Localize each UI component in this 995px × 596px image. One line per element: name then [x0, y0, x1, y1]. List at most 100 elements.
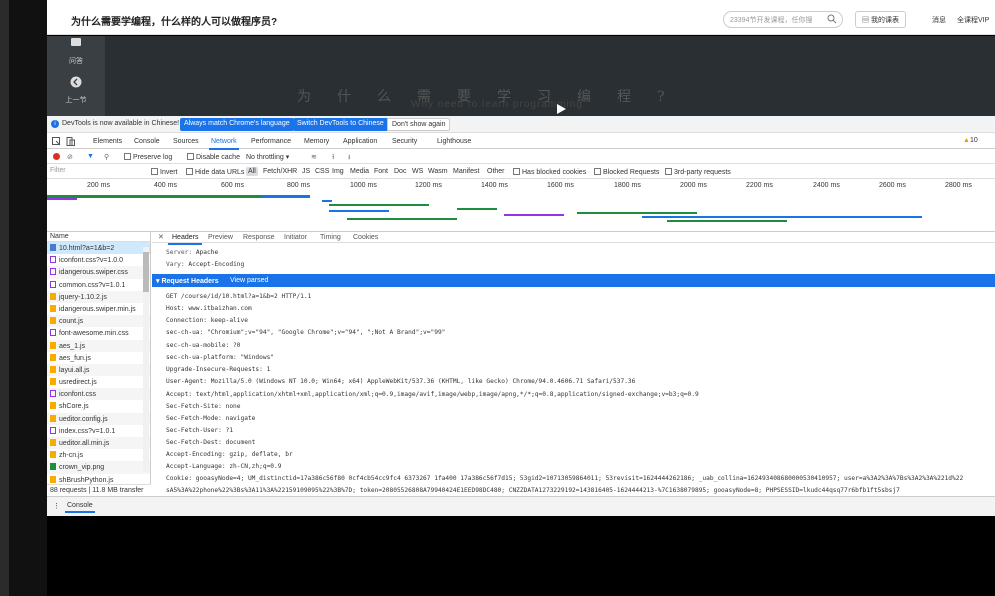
- request-headers-section[interactable]: ▾ Request Headers View parsed: [152, 274, 995, 287]
- filter-type-ws[interactable]: WS: [410, 167, 425, 176]
- request-row[interactable]: iconfont.css?v=1.0.0: [47, 254, 150, 266]
- search-icon[interactable]: ⚲: [104, 153, 109, 161]
- export-icon[interactable]: ⭳: [348, 153, 350, 164]
- hide-data-urls-checkbox[interactable]: Hide data URLs: [184, 167, 246, 177]
- wifi-icon[interactable]: ≋: [311, 153, 317, 161]
- request-row[interactable]: aes_fun.js: [47, 352, 150, 364]
- disable-cache-checkbox[interactable]: Disable cache: [187, 153, 240, 161]
- view-parsed-link[interactable]: View parsed: [230, 277, 268, 284]
- invert-checkbox[interactable]: Invert: [149, 167, 180, 177]
- qa-label[interactable]: 问答: [47, 56, 105, 66]
- js-file-icon: [50, 451, 56, 459]
- request-name: idangerous.swiper.css: [59, 269, 128, 277]
- tab-headers[interactable]: Headers: [167, 234, 204, 245]
- tab-console[interactable]: Console: [134, 138, 160, 145]
- filter-type-wasm[interactable]: Wasm: [426, 167, 450, 176]
- request-row[interactable]: idangerous.swiper.min.js: [47, 303, 150, 315]
- filter-type-all[interactable]: All: [246, 167, 258, 176]
- qa-icon[interactable]: [70, 38, 82, 48]
- messages-link[interactable]: 消息: [932, 15, 946, 25]
- filter-type-manifest[interactable]: Manifest: [451, 167, 481, 176]
- site-header: 为什么需要学编程，什么样的人可以做程序员? 23394节开发课程，任你搜 ▤ 我…: [47, 0, 995, 35]
- tab-cookies[interactable]: Cookies: [353, 234, 378, 241]
- vip-link[interactable]: 全课程VIP: [957, 15, 989, 25]
- preserve-log-checkbox[interactable]: Preserve log: [124, 153, 172, 161]
- search-input[interactable]: 23394节开发课程，任你搜: [723, 11, 843, 28]
- checkbox-box: [151, 168, 158, 175]
- my-courses-button[interactable]: ▤ 我的课表: [855, 11, 906, 28]
- tab-performance[interactable]: Performance: [251, 138, 291, 145]
- tab-application[interactable]: Application: [343, 138, 377, 145]
- close-icon[interactable]: ✕: [158, 233, 164, 241]
- request-row[interactable]: layui.all.js: [47, 363, 150, 377]
- request-row[interactable]: ueditor.all.min.js: [47, 437, 150, 450]
- request-name: zh-cn.js: [59, 452, 84, 460]
- name-column-header[interactable]: Name: [47, 232, 150, 242]
- switch-chinese-button[interactable]: Switch DevTools to Chinese: [293, 118, 388, 131]
- request-row[interactable]: zh-cn.js: [47, 449, 150, 461]
- clear-icon[interactable]: ⊘: [67, 153, 73, 161]
- tab-response[interactable]: Response: [243, 234, 275, 241]
- prev-label[interactable]: 上一节: [47, 95, 105, 105]
- dont-show-again-button[interactable]: Don't show again: [387, 118, 451, 131]
- filter-type-font[interactable]: Font: [372, 167, 390, 176]
- more-menu-icon[interactable]: ⋮: [53, 502, 60, 510]
- tab-preview[interactable]: Preview: [208, 234, 233, 241]
- video-player[interactable]: 问答 上一节 为什么需要学习编程? Why need to learn prog…: [47, 36, 995, 116]
- inspect-icon[interactable]: [52, 137, 61, 146]
- request-row[interactable]: crown_vip.png: [47, 461, 150, 474]
- search-icon[interactable]: [827, 14, 837, 24]
- filter-type-js[interactable]: JS: [300, 167, 312, 176]
- filter-type-media[interactable]: Media: [348, 167, 371, 176]
- network-overview-timeline[interactable]: 200 ms 400 ms 600 ms 800 ms 1000 ms 1200…: [47, 180, 995, 232]
- timeline-tick: 1800 ms: [614, 182, 641, 189]
- drawer-tab-console[interactable]: Console: [65, 502, 95, 513]
- filter-input[interactable]: Filter: [49, 167, 145, 177]
- request-row[interactable]: aes_1.js: [47, 339, 150, 352]
- request-row[interactable]: usredirect.js: [47, 376, 150, 388]
- record-icon[interactable]: [53, 153, 60, 160]
- tab-timing[interactable]: Timing: [320, 234, 341, 241]
- request-row[interactable]: 10.html?a=1&b=2: [47, 242, 150, 255]
- filter-type-css[interactable]: CSS: [313, 167, 331, 176]
- request-row[interactable]: index.css?v=1.0.1: [47, 425, 150, 437]
- import-icon[interactable]: ⭱: [332, 153, 334, 164]
- warning-icon: ▲: [963, 137, 970, 144]
- request-row[interactable]: font-awesome.min.css: [47, 327, 150, 339]
- request-header-line: Cookie: gooasyNode=4; UM_distinctid=17a3…: [166, 475, 964, 482]
- third-party-checkbox[interactable]: 3rd-party requests: [663, 167, 733, 177]
- blocked-requests-checkbox[interactable]: Blocked Requests: [592, 167, 661, 177]
- filter-type-other[interactable]: Other: [485, 167, 507, 176]
- window-edge: [0, 0, 9, 596]
- request-row[interactable]: shCore.js: [47, 400, 150, 412]
- filter-type-fetch[interactable]: Fetch/XHR: [261, 167, 299, 176]
- request-row[interactable]: count.js: [47, 315, 150, 328]
- css-file-icon: [50, 268, 56, 276]
- section-title-text: Request Headers: [161, 278, 219, 285]
- filter-type-doc[interactable]: Doc: [392, 167, 408, 176]
- request-row[interactable]: jquery-1.10.2.js: [47, 290, 150, 303]
- request-row[interactable]: ueditor.config.js: [47, 412, 150, 425]
- tab-security[interactable]: Security: [392, 138, 417, 145]
- request-row[interactable]: idangerous.swiper.css: [47, 266, 150, 279]
- prev-icon[interactable]: [70, 76, 82, 88]
- scrollbar-thumb[interactable]: [143, 252, 149, 292]
- filter-type-img[interactable]: Img: [330, 167, 346, 176]
- tab-network[interactable]: Network: [209, 138, 239, 150]
- throttling-select[interactable]: No throttling ▾: [246, 153, 289, 161]
- request-row[interactable]: common.css?v=1.0.1: [47, 279, 150, 291]
- blocked-cookies-checkbox[interactable]: Has blocked cookies: [511, 167, 588, 177]
- tab-memory[interactable]: Memory: [304, 138, 329, 145]
- match-language-button[interactable]: Always match Chrome's language: [180, 118, 294, 131]
- tab-sources[interactable]: Sources: [173, 138, 199, 145]
- tab-elements[interactable]: Elements: [93, 138, 122, 145]
- device-toggle-icon[interactable]: [66, 137, 75, 146]
- tab-initiator[interactable]: Initiator: [284, 234, 307, 241]
- tab-lighthouse[interactable]: Lighthouse: [437, 138, 471, 145]
- filter-icon[interactable]: ▼: [87, 153, 94, 160]
- request-name: shCore.js: [59, 403, 89, 411]
- play-icon[interactable]: [555, 103, 567, 115]
- details-tabs: ✕ Headers Preview Response Initiator Tim…: [152, 232, 995, 245]
- warnings-badge[interactable]: ▲10: [963, 137, 978, 144]
- request-row[interactable]: iconfont.css: [47, 388, 150, 401]
